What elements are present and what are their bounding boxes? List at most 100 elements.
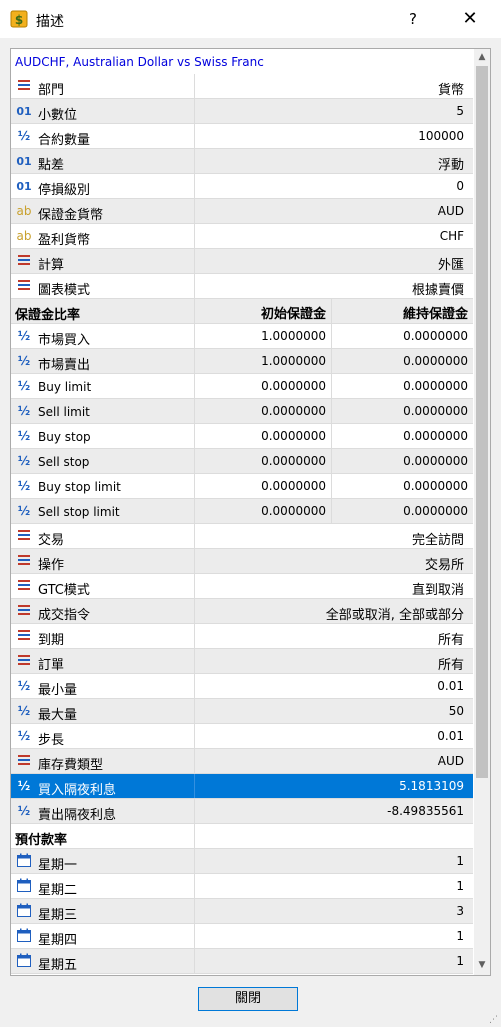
property-label: 訂單 <box>38 658 65 673</box>
property-row[interactable]: 星期四 1 <box>11 924 473 949</box>
vertical-scrollbar[interactable]: ▲ ▼ <box>474 49 490 975</box>
property-label: 最小量 <box>38 683 78 698</box>
property-label: 交易 <box>38 533 65 548</box>
integer-icon: 01 <box>16 105 32 118</box>
fraction-icon: ½ <box>17 404 31 418</box>
margin-label: Sell stop limit <box>38 505 120 519</box>
maintenance-margin-value: 0.0000000 <box>403 354 468 368</box>
property-row[interactable]: 訂單 所有 <box>11 649 473 674</box>
list-icon <box>15 78 33 94</box>
property-value-cell: CHF <box>194 224 474 248</box>
property-row[interactable]: 到期 所有 <box>11 624 473 649</box>
property-value-cell: 5.1813109 <box>194 774 474 798</box>
property-value: 根據賣價 <box>411 283 464 298</box>
property-row[interactable]: 星期二 1 <box>11 874 473 899</box>
close-icon[interactable]: ✕ <box>456 7 484 31</box>
fraction-icon: ½ <box>17 704 31 718</box>
property-value: 浮動 <box>437 158 464 173</box>
property-row[interactable]: 星期五 1 <box>11 949 473 974</box>
property-row[interactable]: 部門 貨幣 <box>11 74 473 99</box>
calendar-icon <box>15 928 33 944</box>
initial-margin-value: 1.0000000 <box>261 329 326 343</box>
initial-margin-value: 1.0000000 <box>261 354 326 368</box>
margin-row[interactable]: ½ 市場買入 1.0000000 0.0000000 <box>11 324 473 349</box>
property-value-cell: 50 <box>194 699 474 723</box>
fraction-icon: ½ <box>17 454 31 468</box>
property-value: 3 <box>456 904 464 918</box>
fraction-icon: ½ <box>17 804 31 818</box>
initial-margin-cell: 0.0000000 <box>194 374 332 398</box>
property-value: 0 <box>456 179 464 193</box>
property-value: 直到取消 <box>411 583 464 598</box>
margin-row[interactable]: ½ Buy stop 0.0000000 0.0000000 <box>11 424 473 449</box>
integer-icon: 01 <box>16 155 32 168</box>
initial-margin-cell: 0.0000000 <box>194 449 332 473</box>
property-label: 點差 <box>38 158 65 173</box>
margin-row[interactable]: ½ Buy limit 0.0000000 0.0000000 <box>11 374 473 399</box>
property-row[interactable]: 操作 交易所 <box>11 549 473 574</box>
margin-label: Sell limit <box>38 405 90 419</box>
property-row[interactable]: ½ 賣出隔夜利息 -8.49835561 <box>11 799 473 824</box>
property-label: 星期三 <box>38 908 78 923</box>
property-row[interactable]: 圖表模式 根據賣價 <box>11 274 473 299</box>
property-row[interactable]: ab 保證金貨幣 AUD <box>11 199 473 224</box>
property-value-cell: -8.49835561 <box>194 799 474 823</box>
property-row[interactable]: 01 停損級別 0 <box>11 174 473 199</box>
margin-label: Sell stop <box>38 455 90 469</box>
fraction-icon: ½ <box>17 504 31 518</box>
property-row[interactable]: ½ 買入隔夜利息 5.1813109 <box>11 774 473 799</box>
property-row[interactable]: 成交指令 全部或取消, 全部或部分 <box>11 599 473 624</box>
property-value: 貨幣 <box>437 83 464 98</box>
maintenance-margin-cell: 0.0000000 <box>331 324 474 348</box>
margin-row[interactable]: ½ 市場賣出 1.0000000 0.0000000 <box>11 349 473 374</box>
property-value-cell: 1 <box>194 849 474 873</box>
property-value-cell: 所有 <box>194 624 474 648</box>
property-row[interactable]: ½ 最小量 0.01 <box>11 674 473 699</box>
list-icon <box>15 653 33 669</box>
initial-margin-cell: 0.0000000 <box>194 474 332 498</box>
property-label: 星期四 <box>38 933 78 948</box>
margin-row[interactable]: ½ Sell limit 0.0000000 0.0000000 <box>11 399 473 424</box>
initial-margin-value: 0.0000000 <box>261 479 326 493</box>
margin-row[interactable]: ½ Sell stop limit 0.0000000 0.0000000 <box>11 499 473 524</box>
scroll-down-icon[interactable]: ▼ <box>474 957 490 974</box>
property-row[interactable]: 庫存費類型 AUD <box>11 749 473 774</box>
scroll-thumb[interactable] <box>476 66 488 778</box>
fraction-icon: ½ <box>17 679 31 693</box>
maintenance-margin-cell: 0.0000000 <box>331 449 474 473</box>
property-label: 星期一 <box>38 858 78 873</box>
margin-row[interactable]: ½ Sell stop 0.0000000 0.0000000 <box>11 449 473 474</box>
close-button[interactable]: 關閉 <box>198 987 298 1011</box>
property-row[interactable]: 星期一 1 <box>11 849 473 874</box>
scroll-up-icon[interactable]: ▲ <box>474 49 490 66</box>
property-value-cell: 全部或取消, 全部或部分 <box>194 599 474 623</box>
property-value: 外匯 <box>437 258 464 273</box>
fraction-icon: ½ <box>17 729 31 743</box>
property-row[interactable]: ab 盈利貨幣 CHF <box>11 224 473 249</box>
property-row[interactable]: 交易 完全訪問 <box>11 524 473 549</box>
list-icon <box>15 578 33 594</box>
property-row[interactable]: 01 小數位 5 <box>11 99 473 124</box>
property-row[interactable]: ½ 步長 0.01 <box>11 724 473 749</box>
resize-grip-icon[interactable]: ⋰ <box>489 1015 499 1025</box>
margin-label: 市場買入 <box>38 333 91 348</box>
list-icon <box>15 628 33 644</box>
property-list: 部門 貨幣 01 小數位 5 ½ 合約數量 100000 01 點差 浮動 01 停損級別 0 ab 保證金貨… <box>11 74 473 974</box>
margin-row[interactable]: ½ Buy stop limit 0.0000000 0.0000000 <box>11 474 473 499</box>
maintenance-margin-value: 0.0000000 <box>403 429 468 443</box>
initial-margin-value: 0.0000000 <box>261 404 326 418</box>
property-row[interactable]: GTC模式 直到取消 <box>11 574 473 599</box>
property-value-cell: 1 <box>194 949 474 973</box>
property-row[interactable]: ½ 合約數量 100000 <box>11 124 473 149</box>
property-value: 5.1813109 <box>399 779 464 793</box>
list-icon <box>15 603 33 619</box>
initial-margin-cell: 0.0000000 <box>194 424 332 448</box>
window-title: 描述 <box>36 14 64 30</box>
property-row[interactable]: 01 點差 浮動 <box>11 149 473 174</box>
property-value: 50 <box>448 704 464 718</box>
property-row[interactable]: ½ 最大量 50 <box>11 699 473 724</box>
property-value: AUD <box>437 754 464 768</box>
property-row[interactable]: 星期三 3 <box>11 899 473 924</box>
property-row[interactable]: 計算 外匯 <box>11 249 473 274</box>
help-button[interactable]: ? <box>400 7 426 31</box>
